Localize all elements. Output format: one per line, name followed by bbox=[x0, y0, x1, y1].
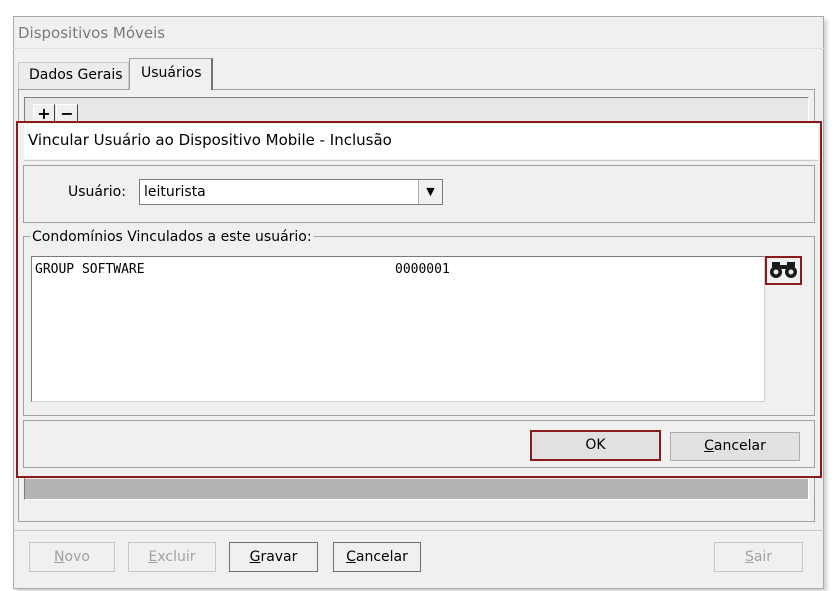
excluir-label: xcluir bbox=[157, 549, 196, 565]
dialog-cancel-button[interactable]: Cancelar bbox=[670, 432, 800, 461]
cancelar-label: ancelar bbox=[355, 549, 408, 565]
list-item-name[interactable]: GROUP SOFTWARE bbox=[35, 262, 145, 277]
chevron-down-icon[interactable]: ▼ bbox=[418, 180, 442, 204]
window-title: Dispositivos Móveis bbox=[18, 24, 166, 42]
toolbar-divider bbox=[13, 530, 824, 531]
dialog-title: Vincular Usuário ao Dispositivo Mobile -… bbox=[28, 131, 392, 149]
tab-usuarios[interactable]: Usuários bbox=[129, 58, 213, 90]
cancelar-button[interactable]: Cancelar bbox=[333, 542, 421, 572]
novo-label: ovo bbox=[64, 549, 90, 565]
user-select-value: leituristа bbox=[144, 184, 206, 200]
users-panel-footer bbox=[25, 479, 808, 499]
sair-label: air bbox=[753, 549, 773, 565]
novo-button[interactable]: Novo bbox=[29, 542, 115, 572]
gravar-label: ravar bbox=[260, 549, 298, 565]
excluir-button[interactable]: Excluir bbox=[128, 542, 216, 572]
linked-condos-list[interactable] bbox=[31, 256, 765, 402]
dialog-cancel-label: ancelar bbox=[713, 438, 766, 454]
ok-button[interactable]: OK bbox=[530, 430, 661, 461]
binoculars-icon bbox=[770, 262, 797, 278]
list-item-code[interactable]: 0000001 bbox=[395, 262, 450, 277]
gravar-button[interactable]: Gravar bbox=[229, 542, 318, 572]
title-divider bbox=[13, 48, 824, 49]
user-label: Usuário: bbox=[68, 184, 126, 200]
sair-button[interactable]: Sair bbox=[714, 542, 803, 572]
tab-dados-gerais[interactable]: Dados Gerais bbox=[18, 62, 129, 89]
linked-condos-legend: Condomínios Vinculados a este usuário: bbox=[30, 229, 314, 245]
dialog-title-divider bbox=[24, 160, 818, 161]
